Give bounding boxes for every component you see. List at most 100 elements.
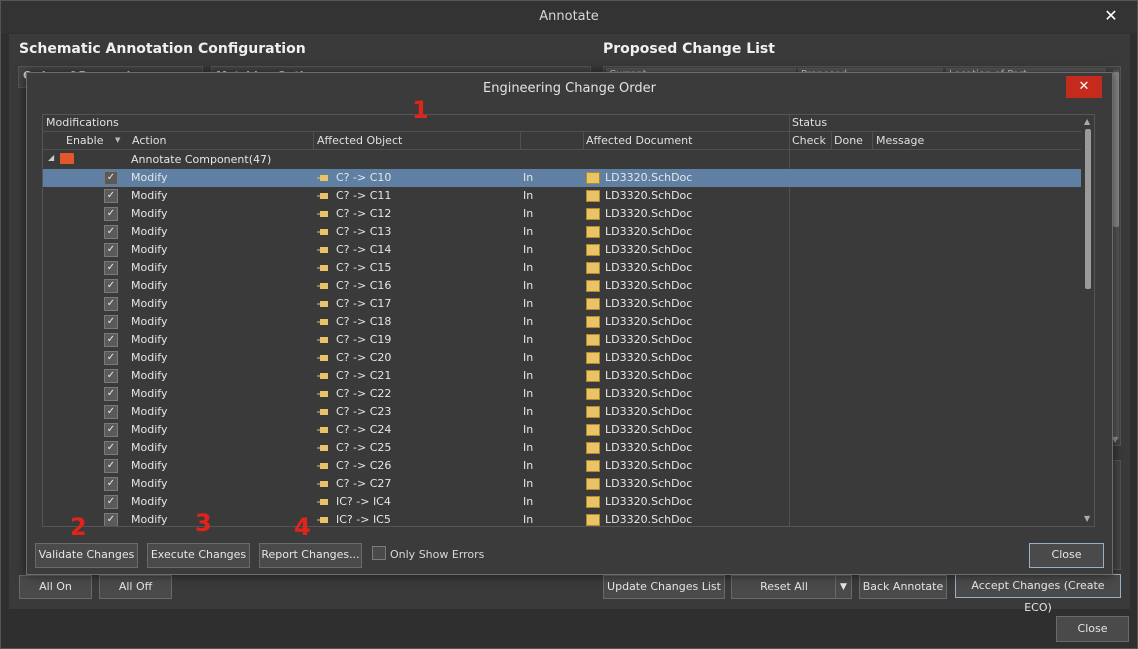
affected-object-cell: C? -> C14: [336, 243, 392, 256]
reset-all-button[interactable]: Reset All: [731, 575, 837, 599]
enable-checkbox[interactable]: ✓: [104, 387, 118, 401]
table-row[interactable]: ✓ Modify C? -> C13 In LD3320.SchDoc: [43, 223, 1081, 241]
table-row[interactable]: ✓ Modify C? -> C19 In LD3320.SchDoc: [43, 331, 1081, 349]
enable-checkbox[interactable]: ✓: [104, 405, 118, 419]
table-row[interactable]: ✓ Modify C? -> C10 In LD3320.SchDoc: [43, 169, 1081, 187]
schdoc-icon: [586, 262, 600, 274]
action-cell: Modify: [131, 261, 168, 274]
eco-close-icon[interactable]: ✕: [1066, 76, 1102, 98]
schdoc-icon: [586, 406, 600, 418]
enable-checkbox[interactable]: ✓: [104, 513, 118, 526]
done-column-header[interactable]: Done: [834, 134, 863, 147]
enable-column-header[interactable]: Enable: [66, 134, 103, 147]
affected-object-cell: C? -> C25: [336, 441, 392, 454]
table-row[interactable]: ✓ Modify C? -> C12 In LD3320.SchDoc: [43, 205, 1081, 223]
table-row[interactable]: ✓ Modify C? -> C24 In LD3320.SchDoc: [43, 421, 1081, 439]
sort-chevron-down-icon[interactable]: ▼: [115, 136, 120, 144]
affected-document-cell: LD3320.SchDoc: [605, 315, 693, 328]
group-row-annotate-component[interactable]: ◢ Annotate Component(47): [43, 151, 1081, 169]
table-row[interactable]: ✓ Modify C? -> C25 In LD3320.SchDoc: [43, 439, 1081, 457]
enable-checkbox[interactable]: ✓: [104, 477, 118, 491]
component-icon: [317, 319, 328, 325]
schdoc-icon: [586, 244, 600, 256]
action-cell: Modify: [131, 315, 168, 328]
table-row[interactable]: ✓ Modify C? -> C15 In LD3320.SchDoc: [43, 259, 1081, 277]
enable-checkbox[interactable]: ✓: [104, 369, 118, 383]
affected-document-cell: LD3320.SchDoc: [605, 369, 693, 382]
validate-changes-button[interactable]: Validate Changes: [35, 543, 138, 568]
enable-checkbox[interactable]: ✓: [104, 189, 118, 203]
component-icon: [317, 445, 328, 451]
component-icon: [317, 355, 328, 361]
enable-checkbox[interactable]: ✓: [104, 261, 118, 275]
affected-object-cell: C? -> C18: [336, 315, 392, 328]
affected-document-cell: LD3320.SchDoc: [605, 225, 693, 238]
only-show-errors-checkbox[interactable]: [372, 546, 386, 560]
affected-object-cell: C? -> C17: [336, 297, 392, 310]
component-icon: [317, 283, 328, 289]
enable-checkbox[interactable]: ✓: [104, 495, 118, 509]
all-on-button[interactable]: All On: [19, 575, 92, 599]
modifications-group-header: Modifications: [46, 116, 119, 129]
affected-object-cell: C? -> C21: [336, 369, 392, 382]
component-icon: [317, 229, 328, 235]
in-cell: In: [523, 387, 534, 400]
all-off-button[interactable]: All Off: [99, 575, 172, 599]
enable-checkbox[interactable]: ✓: [104, 279, 118, 293]
in-cell: In: [523, 279, 534, 292]
table-row[interactable]: ✓ Modify C? -> C16 In LD3320.SchDoc: [43, 277, 1081, 295]
table-row[interactable]: ✓ Modify C? -> C17 In LD3320.SchDoc: [43, 295, 1081, 313]
message-column-header[interactable]: Message: [876, 134, 924, 147]
proposed-scroll-thumb[interactable]: [1113, 72, 1119, 227]
scroll-up-icon[interactable]: ▲: [1084, 117, 1090, 126]
in-cell: In: [523, 495, 534, 508]
back-annotate-button[interactable]: Back Annotate: [859, 575, 947, 599]
report-changes-button[interactable]: Report Changes...: [259, 543, 362, 568]
action-column-header[interactable]: Action: [132, 134, 166, 147]
component-icon: [317, 301, 328, 307]
enable-checkbox[interactable]: ✓: [104, 315, 118, 329]
enable-checkbox[interactable]: ✓: [104, 207, 118, 221]
eco-scroll-thumb[interactable]: [1085, 129, 1091, 289]
expand-triangle-icon[interactable]: ◢: [48, 153, 54, 162]
enable-checkbox[interactable]: ✓: [104, 297, 118, 311]
schdoc-icon: [586, 460, 600, 472]
table-row[interactable]: ✓ Modify C? -> C11 In LD3320.SchDoc: [43, 187, 1081, 205]
component-icon: [317, 337, 328, 343]
annotate-close-button[interactable]: Close: [1056, 616, 1129, 642]
check-column-header[interactable]: Check: [792, 134, 826, 147]
enable-checkbox[interactable]: ✓: [104, 423, 118, 437]
enable-checkbox[interactable]: ✓: [104, 351, 118, 365]
table-row[interactable]: ✓ Modify C? -> C22 In LD3320.SchDoc: [43, 385, 1081, 403]
component-icon: [317, 499, 328, 505]
table-row[interactable]: ✓ Modify C? -> C26 In LD3320.SchDoc: [43, 457, 1081, 475]
enable-checkbox[interactable]: ✓: [104, 243, 118, 257]
accept-changes-button[interactable]: Accept Changes (Create ECO): [955, 574, 1121, 614]
affected-object-cell: C? -> C20: [336, 351, 392, 364]
enable-checkbox[interactable]: ✓: [104, 225, 118, 239]
eco-scrollbar[interactable]: ▲ ▼: [1081, 115, 1094, 526]
enable-checkbox[interactable]: ✓: [104, 333, 118, 347]
affected-document-column-header[interactable]: Affected Document: [586, 134, 692, 147]
table-row[interactable]: ✓ Modify C? -> C21 In LD3320.SchDoc: [43, 367, 1081, 385]
enable-checkbox[interactable]: ✓: [104, 459, 118, 473]
group-row-label: Annotate Component(47): [131, 153, 272, 166]
close-icon[interactable]: ✕: [1101, 6, 1121, 26]
proposed-scrollbar[interactable]: [1113, 70, 1119, 440]
update-changes-list-button[interactable]: Update Changes List: [603, 575, 725, 599]
table-row[interactable]: ✓ Modify C? -> C23 In LD3320.SchDoc: [43, 403, 1081, 421]
enable-checkbox[interactable]: ✓: [104, 441, 118, 455]
reset-dropdown-chevron-down-icon[interactable]: ▼: [835, 575, 852, 599]
action-cell: Modify: [131, 189, 168, 202]
schdoc-icon: [586, 334, 600, 346]
table-row[interactable]: ✓ Modify C? -> C14 In LD3320.SchDoc: [43, 241, 1081, 259]
annotate-title: Annotate: [1, 1, 1137, 33]
table-row[interactable]: ✓ Modify C? -> C20 In LD3320.SchDoc: [43, 349, 1081, 367]
eco-close-button[interactable]: Close: [1029, 543, 1104, 568]
execute-changes-button[interactable]: Execute Changes: [147, 543, 250, 568]
table-row[interactable]: ✓ Modify C? -> C18 In LD3320.SchDoc: [43, 313, 1081, 331]
affected-object-column-header[interactable]: Affected Object: [317, 134, 402, 147]
enable-checkbox[interactable]: ✓: [104, 171, 118, 185]
table-row[interactable]: ✓ Modify C? -> C27 In LD3320.SchDoc: [43, 475, 1081, 493]
scroll-down-icon[interactable]: ▼: [1084, 514, 1090, 523]
